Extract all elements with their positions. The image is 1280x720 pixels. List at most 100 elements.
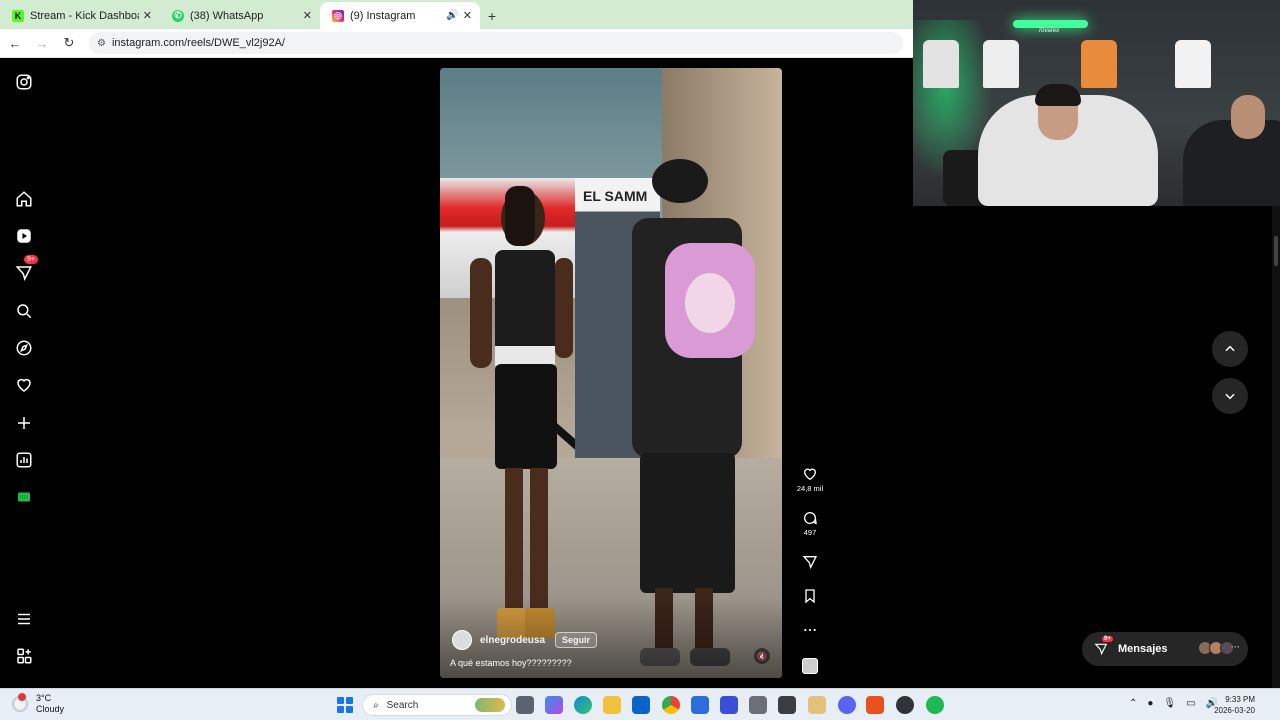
streaming-app-icon[interactable] bbox=[866, 696, 884, 714]
messages-label: Mensajes bbox=[1118, 643, 1168, 655]
messages-pill-badge: 9+ bbox=[1102, 636, 1113, 642]
display-icon[interactable]: ▭ bbox=[1186, 698, 1195, 709]
reels-icon[interactable] bbox=[12, 224, 36, 248]
close-tab-icon[interactable]: ✕ bbox=[303, 9, 312, 22]
more-menu-icon[interactable] bbox=[12, 607, 36, 631]
reload-button[interactable]: ↻ bbox=[57, 31, 81, 55]
tab-title: (38) WhatsApp bbox=[190, 9, 264, 22]
tab-instagram[interactable]: ◎ (9) Instagram 🔊 ✕ bbox=[320, 2, 480, 29]
jersey-white bbox=[983, 40, 1019, 88]
close-tab-icon[interactable]: ✕ bbox=[143, 9, 152, 22]
taskbar-clock[interactable]: 9:33 PM 2026-03-20 bbox=[1214, 694, 1255, 716]
page-scrollbar[interactable] bbox=[1272, 206, 1280, 688]
file-explorer-icon[interactable] bbox=[603, 696, 621, 714]
new-tab-button[interactable]: + bbox=[480, 2, 504, 29]
video-person-right bbox=[632, 159, 755, 666]
more-options-button[interactable] bbox=[795, 622, 825, 638]
start-button[interactable] bbox=[337, 697, 353, 713]
jersey-white bbox=[923, 40, 959, 88]
discord-icon[interactable] bbox=[838, 696, 856, 714]
explore-icon[interactable] bbox=[12, 336, 36, 360]
clock-date: 2026-03-20 bbox=[1214, 706, 1255, 715]
url-text: instagram.com/reels/DWE_vl2j92A/ bbox=[111, 37, 285, 49]
dashboard-icon[interactable] bbox=[12, 448, 36, 472]
video-person-left bbox=[470, 186, 575, 638]
weather-desc: Cloudy bbox=[36, 704, 65, 714]
tab-audio-icon[interactable]: 🔊 bbox=[446, 10, 458, 21]
home-icon[interactable] bbox=[12, 187, 36, 211]
create-plus-icon[interactable] bbox=[12, 411, 36, 435]
audio-thumbnail[interactable] bbox=[802, 658, 818, 674]
comment-button[interactable]: 497 bbox=[795, 510, 825, 537]
previous-reel-button[interactable] bbox=[1212, 331, 1248, 367]
close-tab-icon[interactable]: ✕ bbox=[463, 9, 472, 22]
scrollbar-thumb[interactable] bbox=[1274, 236, 1278, 266]
messages-icon[interactable]: 9+ bbox=[12, 255, 38, 285]
messages-badge: 9+ bbox=[24, 255, 38, 264]
chevron-up-icon[interactable]: ⌃ bbox=[1129, 698, 1137, 709]
notes-icon[interactable] bbox=[808, 696, 826, 714]
more-dots-icon bbox=[804, 628, 816, 632]
tab-whatsapp[interactable]: ✆ (38) WhatsApp ✕ bbox=[160, 2, 320, 29]
comment-icon bbox=[804, 512, 817, 525]
instagram-logo-icon[interactable] bbox=[12, 70, 36, 94]
tray-app-icon[interactable]: ● bbox=[1147, 698, 1153, 709]
task-view-icon[interactable] bbox=[516, 696, 534, 714]
obs-icon[interactable] bbox=[896, 696, 914, 714]
url-input[interactable]: ⚙ instagram.com/reels/DWE_vl2j92A/ bbox=[89, 32, 903, 54]
tab-kick-dashboard[interactable]: K Stream - Kick Dashboard ✕ bbox=[0, 2, 160, 29]
send-icon bbox=[1094, 643, 1108, 656]
message-avatars bbox=[1198, 641, 1234, 655]
capcut-icon[interactable] bbox=[778, 696, 796, 714]
mute-toggle-icon[interactable]: 🔇 bbox=[754, 648, 770, 664]
whatsapp-icon: ✆ bbox=[172, 9, 184, 22]
taskbar-search[interactable]: ⌕ Search bbox=[362, 694, 512, 716]
author-avatar[interactable] bbox=[452, 630, 472, 650]
clock-time: 9:33 PM bbox=[1225, 695, 1255, 704]
outlook-icon[interactable] bbox=[632, 696, 650, 714]
copilot-icon[interactable] bbox=[545, 696, 563, 714]
windows-taskbar: 3°C Cloudy ⌕ Search ⌃ ● 🎙 ▭ 🔊 9:33 PM 20… bbox=[0, 688, 1280, 720]
streamer-hair bbox=[1035, 84, 1081, 106]
next-reel-button[interactable] bbox=[1212, 378, 1248, 414]
bookmark-icon bbox=[805, 589, 815, 604]
address-bar: ← → ↻ ⚙ instagram.com/reels/DWE_vl2j92A/ bbox=[0, 29, 913, 58]
share-icon bbox=[802, 556, 818, 570]
store-icon[interactable] bbox=[691, 696, 709, 714]
more-dots-icon: ··· bbox=[1231, 642, 1240, 652]
reel-caption: A qué estamos hoy????????? bbox=[450, 658, 572, 668]
chevron-up-icon bbox=[1225, 345, 1235, 352]
author-username[interactable]: elnegrodeusa bbox=[480, 635, 545, 646]
browser-tab-bar: K Stream - Kick Dashboard ✕ ✆ (38) Whats… bbox=[0, 0, 913, 29]
instagram-sidebar: 9+ bbox=[0, 58, 48, 688]
messages-button[interactable]: 9+ Mensajes ··· bbox=[1082, 632, 1248, 666]
comment-count: 497 bbox=[803, 528, 817, 537]
also-from-meta-icon[interactable] bbox=[12, 644, 36, 668]
follow-button[interactable]: Seguir bbox=[555, 632, 598, 648]
site-info-icon[interactable]: ⚙ bbox=[97, 38, 106, 49]
spotify-icon[interactable] bbox=[926, 696, 944, 714]
search-label: Search bbox=[386, 699, 419, 711]
jersey-white bbox=[1175, 40, 1211, 88]
search-icon[interactable] bbox=[12, 299, 36, 323]
back-button[interactable]: ← bbox=[3, 31, 27, 55]
cloudy-weather-icon bbox=[12, 693, 28, 712]
save-button[interactable] bbox=[795, 588, 825, 604]
webcam-overlay: Tovarex bbox=[913, 0, 1280, 206]
instagram-icon: ◎ bbox=[332, 9, 344, 22]
tab-title: (9) Instagram bbox=[350, 9, 416, 22]
share-button[interactable] bbox=[795, 554, 825, 570]
chrome-icon[interactable] bbox=[662, 696, 680, 714]
microphone-icon[interactable]: 🎙 bbox=[1163, 698, 1176, 709]
app-grid-icon[interactable] bbox=[749, 696, 767, 714]
app-icon[interactable] bbox=[720, 696, 738, 714]
like-button[interactable]: 24,8 mil bbox=[795, 466, 825, 493]
weather-temp: 3°C bbox=[36, 693, 52, 703]
guest-body bbox=[1183, 120, 1280, 206]
edge-icon[interactable] bbox=[574, 696, 592, 714]
forward-button[interactable]: → bbox=[30, 31, 54, 55]
notifications-heart-icon[interactable] bbox=[12, 373, 36, 397]
weather-widget[interactable]: 3°C Cloudy bbox=[12, 693, 64, 715]
reel-video[interactable]: EL SAMM elnegrodeusa Seguir A qué estamo… bbox=[440, 68, 782, 678]
profile-icon[interactable] bbox=[12, 485, 36, 509]
